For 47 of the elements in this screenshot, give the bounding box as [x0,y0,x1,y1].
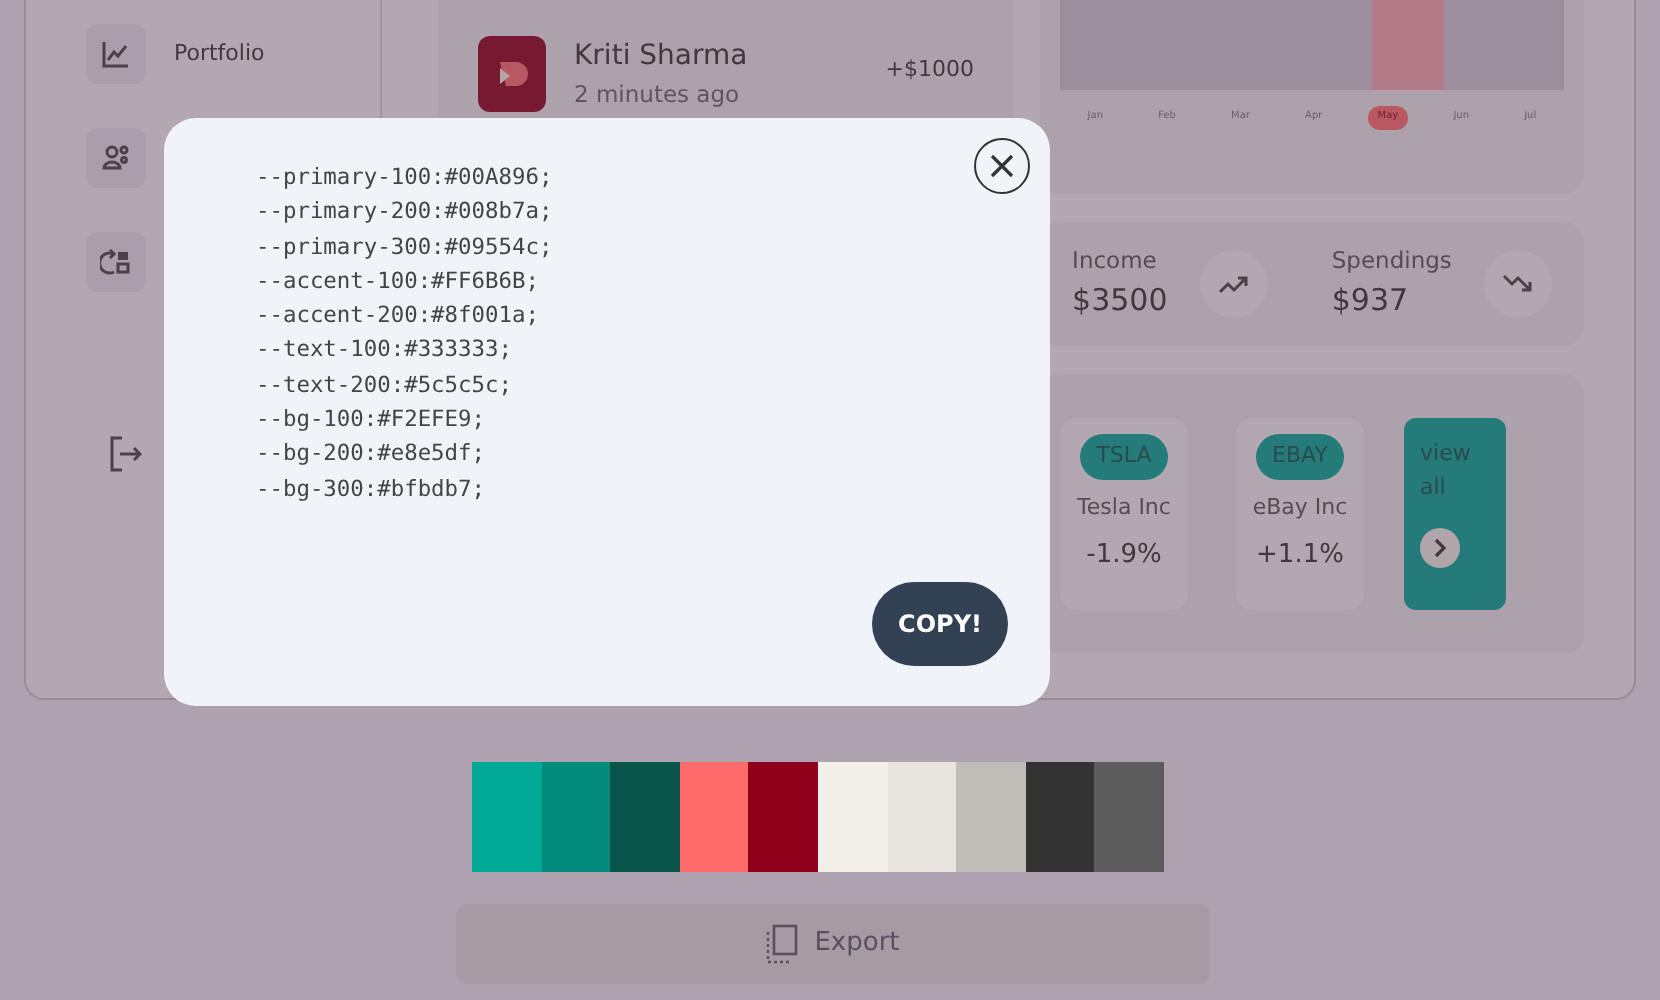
stock-change: +1.1% [1256,538,1344,574]
color-swatch[interactable] [679,762,749,872]
close-icon [990,154,1014,178]
code-line: --accent-100:#FF6B6B; [256,265,539,298]
transaction-time: 2 minutes ago [574,78,742,112]
code-line: --bg-100:#F2EFE9; [256,404,486,437]
close-button[interactable] [974,138,1030,194]
code-line: --accent-200:#8f001a; [256,300,539,333]
color-swatch[interactable] [610,762,680,872]
sidebar-icon-button[interactable] [86,24,146,84]
stock-change: -1.9% [1086,538,1162,574]
code-line: --text-100:#333333; [256,334,512,367]
chevron-right-icon [1420,528,1460,568]
chart-icon [100,38,132,70]
summary-label: Spendings [1331,244,1452,279]
copy-button[interactable]: COPY! [872,582,1008,666]
code-line: --primary-300:#09554c; [256,231,553,264]
color-swatch[interactable] [541,762,611,872]
trend-button[interactable] [1199,250,1268,318]
sidebar-icon-button[interactable] [86,128,146,188]
sender-name: Kriti Sharma [574,38,750,76]
sidebar-icon-button[interactable] [86,232,146,292]
color-swatch[interactable] [748,762,818,872]
summary-value: $3500 [1072,280,1168,323]
code-line: --bg-300:#bfbdb7; [256,473,486,506]
color-swatch[interactable] [956,762,1026,872]
trend-button[interactable] [1483,250,1552,318]
logout-icon[interactable] [110,436,142,472]
export-icon [766,924,799,964]
people-icon [100,142,132,174]
color-swatch[interactable] [887,762,957,872]
stock-name: eBay Inc [1252,491,1348,523]
color-swatch[interactable] [1094,762,1164,872]
color-swatch[interactable] [1025,762,1095,872]
color-swatch[interactable] [472,762,542,872]
summary-value: $937 [1331,280,1411,323]
export-button[interactable]: Export [456,904,1210,984]
code-line: --text-200:#5c5c5c; [256,369,512,402]
switch-icon [100,246,132,278]
summary-label: Income [1072,244,1159,279]
color-swatch[interactable] [817,762,888,872]
code-line: --primary-200:#008b7a; [256,196,553,229]
stock-name: Tesla Inc [1077,491,1171,523]
code-line: --primary-100:#00A896; [256,162,553,194]
transaction-amount: +$1000 [885,54,974,86]
code-line: --bg-200:#e8e5df; [256,438,486,471]
sidebar-label[interactable]: Portfolio [174,37,265,71]
